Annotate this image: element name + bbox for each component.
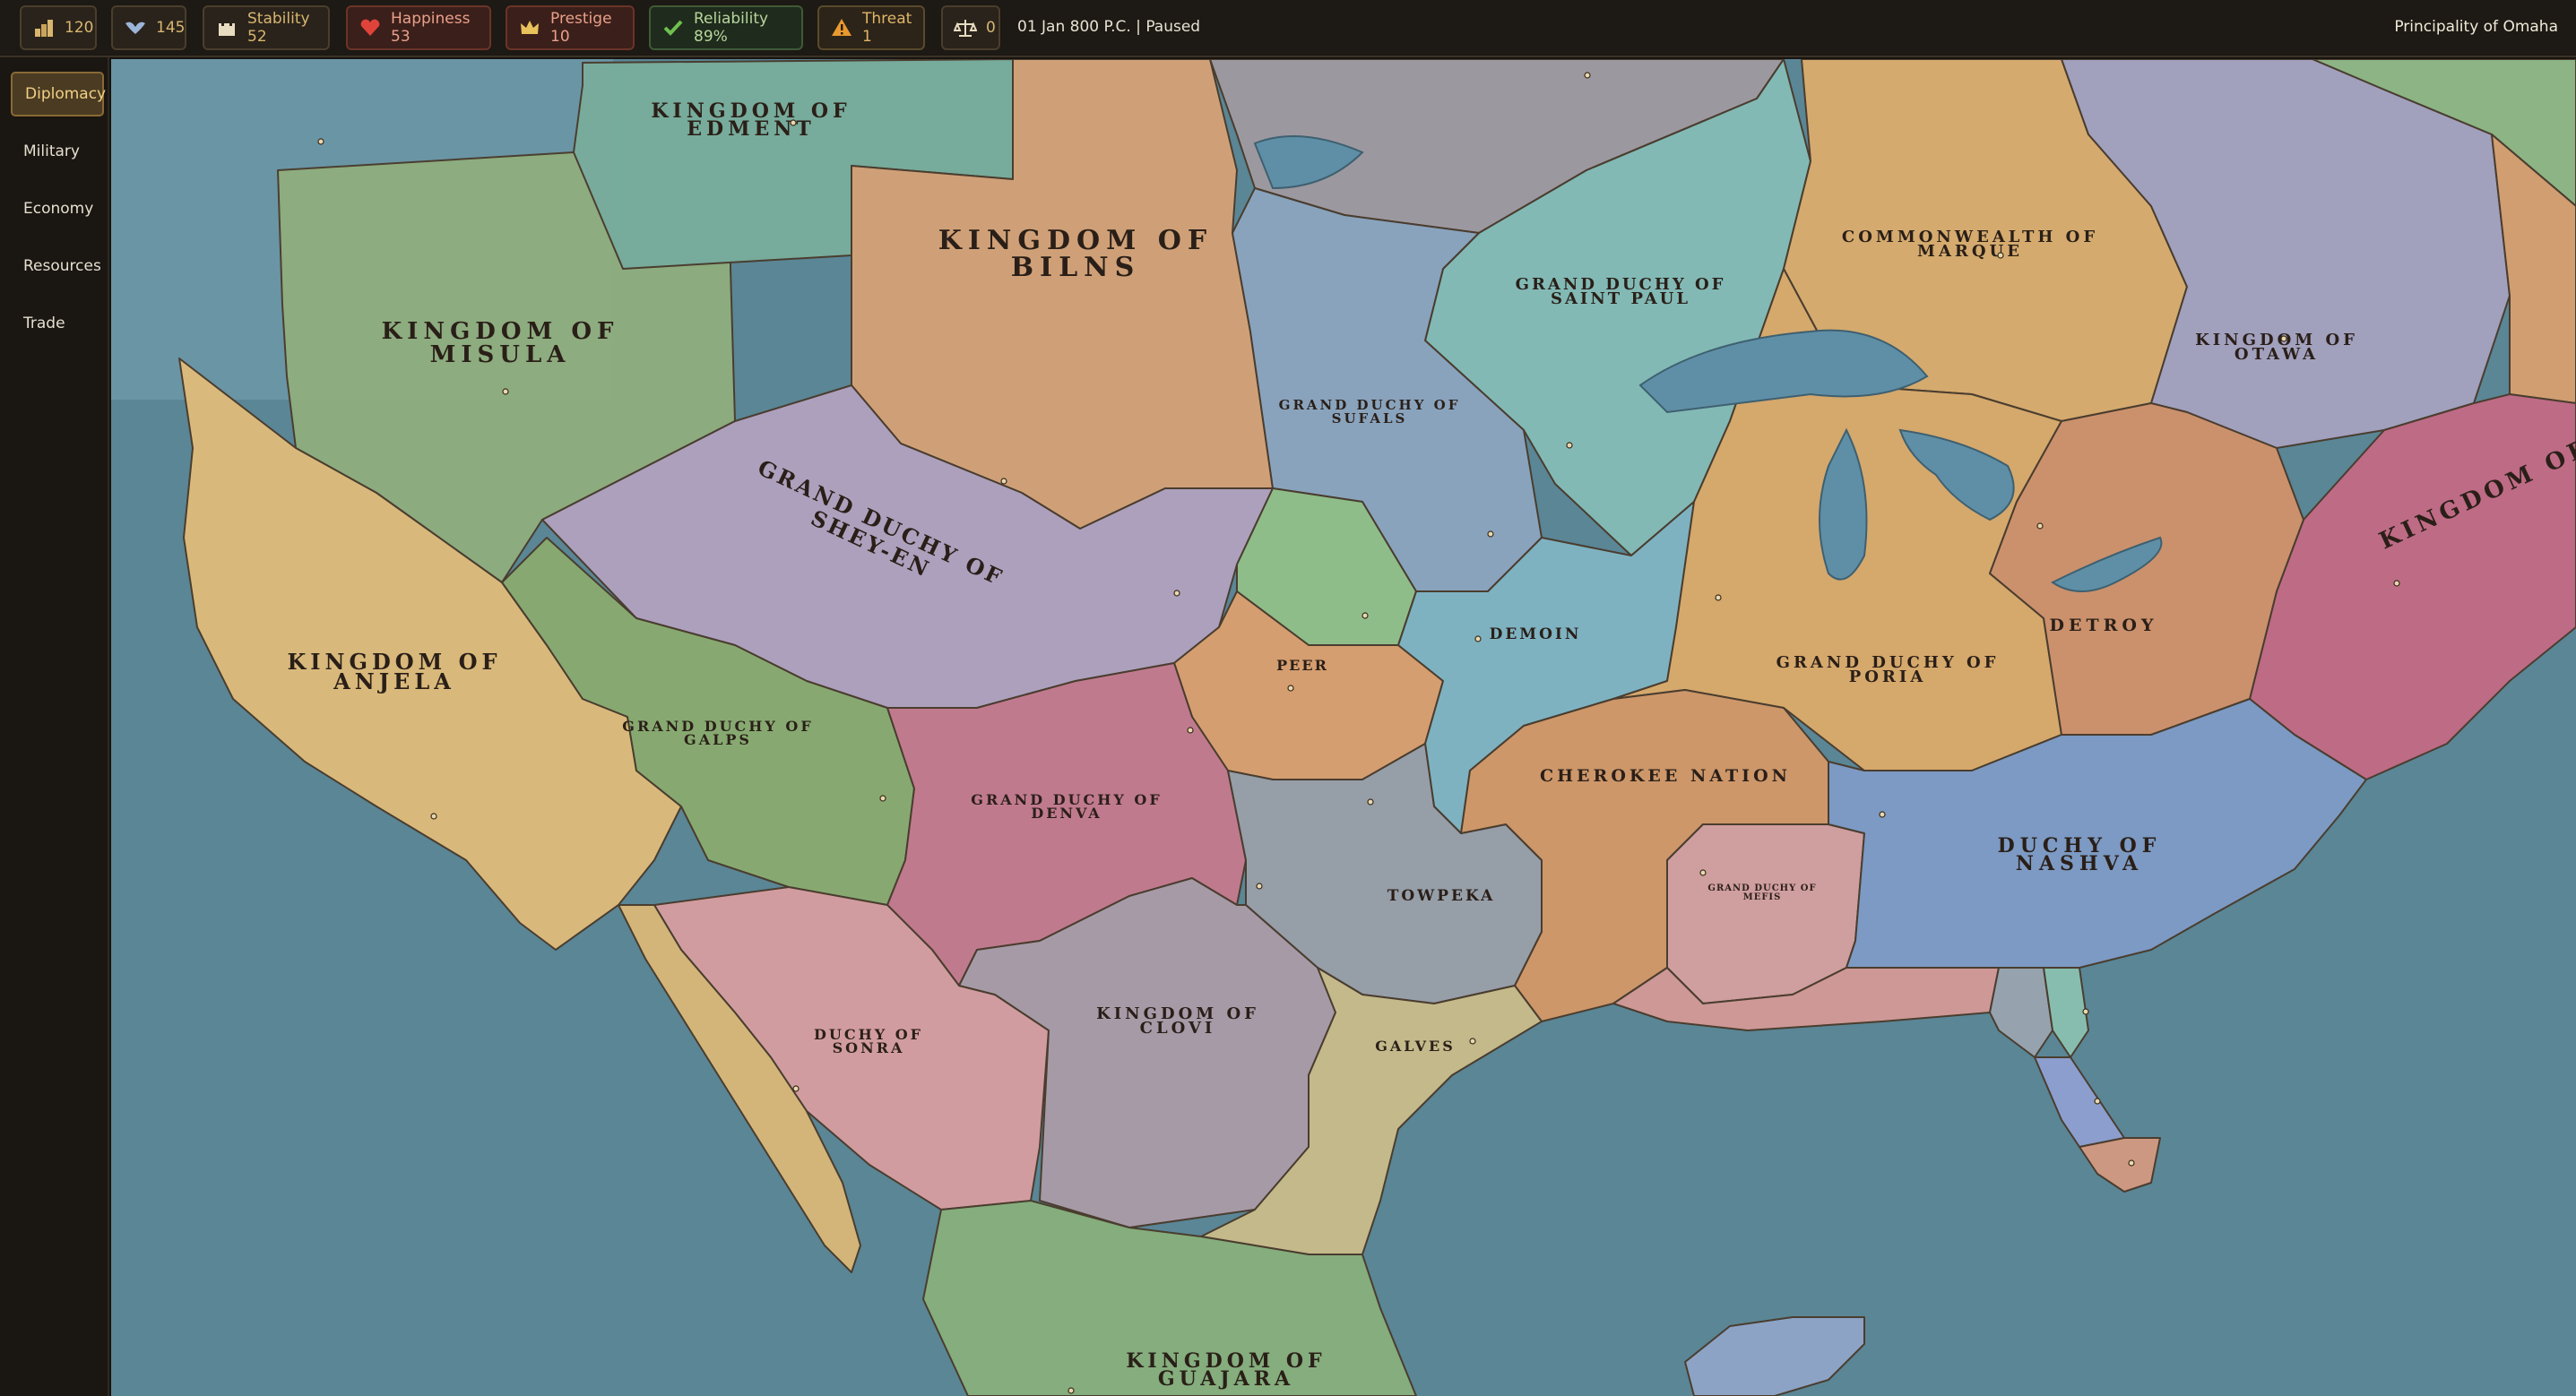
capital-dot (1173, 590, 1180, 597)
capital-dot (1487, 530, 1494, 538)
capital-dot (1469, 1038, 1476, 1045)
capital-dot (879, 795, 886, 802)
label-demoin: DEMOIN (1490, 625, 1582, 643)
capital-dot (1879, 811, 1886, 818)
reliability-value: Reliability 89% (694, 10, 769, 46)
top-resource-bar: 120 145 Stability 52 Happiness 53 Presti… (0, 0, 2576, 57)
scales-icon (953, 16, 978, 39)
capital-dot (317, 138, 324, 145)
heart-icon (359, 16, 382, 39)
label-nashva: DUCHY OF NASHVA (1998, 834, 2162, 875)
warning-triangle-icon (830, 16, 853, 39)
capital-dot (792, 1085, 800, 1092)
tab-economy[interactable]: Economy (11, 186, 104, 231)
capital-dot (2393, 580, 2400, 587)
capital-dot (502, 388, 509, 395)
capital-dot (1997, 252, 2004, 259)
tab-resources[interactable]: Resources (11, 244, 104, 289)
label-galves: GALVES (1375, 1038, 1456, 1055)
crown-icon (518, 16, 541, 39)
capital-dot (2128, 1159, 2135, 1167)
loans-value: 0 (986, 19, 996, 37)
treasury-icon (32, 16, 56, 39)
prestige-value: Prestige 10 (550, 10, 612, 46)
capital-dot (2082, 1008, 2089, 1015)
capital-dot (1000, 478, 1007, 485)
capital-dot (1699, 869, 1707, 876)
manpower-value: 145 (156, 19, 186, 37)
threat-value: Threat 1 (862, 10, 912, 46)
reliability-stat[interactable]: Reliability 89% (649, 5, 803, 50)
game-date-status[interactable]: 01 Jan 800 P.C. | Paused (1017, 18, 1200, 36)
label-detroy: DETROY (2049, 616, 2157, 635)
capital-dot (1566, 442, 1573, 449)
world-map[interactable]: KINGDOM OF EDMENT KINGDOM OF BILNS KINGDOM… (111, 59, 2576, 1396)
happiness-value: Happiness 53 (391, 10, 471, 46)
capital-dot (1474, 635, 1482, 642)
capital-dot (790, 119, 797, 126)
capital-dot (2280, 335, 2287, 342)
capital-dot (1256, 883, 1263, 890)
threat-stat[interactable]: Threat 1 (817, 5, 925, 50)
capital-dot (1068, 1387, 1075, 1394)
tab-military[interactable]: Military (11, 129, 104, 174)
capital-dot (430, 813, 437, 820)
happiness-stat[interactable]: Happiness 53 (346, 5, 491, 50)
treasury-value: 120 (65, 19, 94, 37)
manpower-stat[interactable]: 145 (111, 5, 186, 50)
left-sidebar: Diplomacy Military Economy Resources Tra… (0, 57, 109, 1396)
capital-dot (1584, 72, 1591, 79)
capital-dot (1367, 798, 1374, 806)
stability-value: Stability 52 (247, 10, 310, 46)
capital-dot (1715, 594, 1722, 601)
treasury-stat[interactable]: 120 (20, 5, 97, 50)
prestige-stat[interactable]: Prestige 10 (506, 5, 635, 50)
tab-diplomacy[interactable]: Diplomacy (11, 72, 106, 116)
stability-stat[interactable]: Stability 52 (203, 5, 330, 50)
player-nation-name[interactable]: Principality of Omaha (2394, 18, 2558, 36)
capital-dot (2094, 1098, 2101, 1105)
label-towpeka: TOWPEKA (1387, 887, 1496, 905)
capital-dot (1361, 612, 1369, 619)
loans-stat[interactable]: 0 (941, 5, 1000, 50)
manpower-wings-icon (124, 16, 147, 39)
label-peer: PEER (1276, 657, 1328, 674)
label-cherokee: CHEROKEE NATION (1540, 766, 1791, 786)
capital-dot (1287, 685, 1294, 692)
tab-trade[interactable]: Trade (11, 301, 104, 346)
checkmark-icon (661, 16, 685, 39)
capital-dot (2036, 522, 2044, 530)
castle-icon (215, 16, 238, 39)
capital-dot (1187, 727, 1194, 734)
